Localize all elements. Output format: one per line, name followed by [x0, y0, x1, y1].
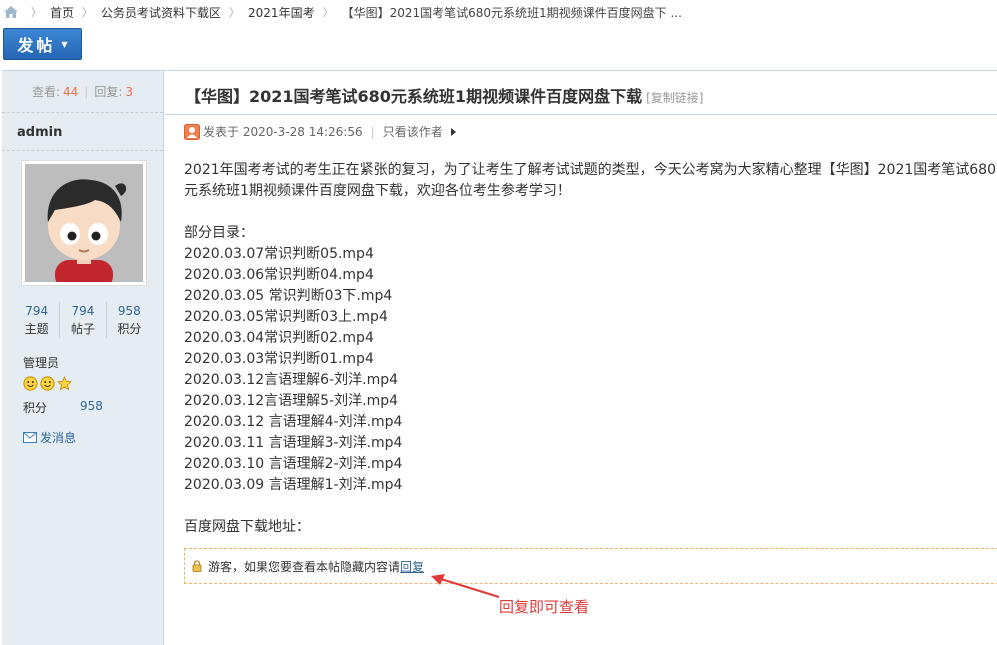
points-label: 积分 [23, 401, 48, 415]
post-title-row: 【华图】2021国考笔试680元系统班1期视频课件百度网盘下载 [复制链接] [185, 83, 703, 107]
send-message-label: 发消息 [40, 431, 77, 445]
file-item: 2020.03.10 言语理解2-刘洋.mp4 [184, 456, 403, 472]
file-item: 2020.03.05常识判断03上.mp4 [184, 309, 388, 325]
count-points[interactable]: 958 积分 [105, 302, 152, 338]
count-points-label: 积分 [117, 322, 142, 336]
count-topics-value: 794 [25, 304, 49, 318]
reply-link[interactable]: 回复 [400, 558, 424, 575]
count-topics[interactable]: 794 主题 [14, 302, 59, 338]
breadcrumb-item-home[interactable]: 首页 [50, 4, 74, 21]
post-intro: 2021年国考考试的考生正在紧张的复习，为了让考生了解考试试题的类型，今天公考窝… [184, 162, 996, 199]
breadcrumb-separator: 〉 [31, 6, 42, 19]
new-post-button[interactable]: 发帖 ▼ [3, 28, 82, 60]
file-item: 2020.03.05 常识判断03下.mp4 [184, 288, 393, 304]
red-arrow-icon [431, 574, 500, 598]
file-item: 2020.03.04常识判断02.mp4 [184, 330, 374, 346]
breadcrumb-separator: 〉 [322, 6, 334, 19]
file-item: 2020.03.12 言语理解4-刘洋.mp4 [184, 414, 403, 430]
author-sidebar: 查看: 44 | 回复: 3 admin 794 主题 794 帖子 958 积… [2, 71, 164, 645]
file-item: 2020.03.12言语理解5-刘洋.mp4 [184, 393, 398, 409]
file-item: 2020.03.07常识判断05.mp4 [184, 246, 374, 262]
post-main: 【华图】2021国考笔试680元系统班1期视频课件百度网盘下载 [复制链接] 发… [165, 71, 997, 645]
file-list: 2020.03.07常识判断05.mp4 2020.03.06常识判断04.mp4… [184, 244, 997, 496]
post-title: 【华图】2021国考笔试680元系统班1期视频课件百度网盘下载 [185, 87, 643, 106]
file-item: 2020.03.12言语理解6-刘洋.mp4 [184, 372, 398, 388]
count-points-value: 958 [117, 304, 141, 318]
send-message-link[interactable]: 发消息 [23, 429, 76, 446]
author-name[interactable]: admin [2, 113, 163, 151]
annotation-text: 回复即可查看 [499, 598, 590, 616]
smiley-icon [40, 376, 55, 391]
mail-icon [23, 432, 37, 443]
points-value: 958 [80, 399, 103, 413]
file-item: 2020.03.11 言语理解3-刘洋.mp4 [184, 435, 403, 451]
breadcrumb-separator: 〉 [229, 6, 241, 19]
only-author-link[interactable]: 只看该作者 [383, 123, 443, 140]
avatar[interactable] [21, 160, 147, 286]
replies-count: 3 [125, 84, 134, 99]
count-posts-value: 794 [71, 304, 95, 318]
file-item: 2020.03.09 言语理解1-刘洋.mp4 [184, 477, 403, 493]
file-item: 2020.03.06常识判断04.mp4 [184, 267, 374, 283]
breadcrumb-item-category[interactable]: 2021年国考 [248, 4, 315, 21]
post-body: 2021年国考考试的考生正在紧张的复习，为了让考生了解考试试题的类型，今天公考窝… [184, 160, 997, 538]
file-item: 2020.03.03常识判断01.mp4 [184, 351, 374, 367]
home-icon[interactable] [3, 5, 19, 19]
count-posts-label: 帖子 [70, 322, 95, 336]
post-meta: 发表于 2020-3-28 14:26:56 | 只看该作者 [184, 123, 456, 140]
thread-stats: 查看: 44 | 回复: 3 [2, 71, 163, 113]
title-divider [165, 114, 997, 115]
user-role: 管理员 [23, 356, 60, 370]
views-count: 44 [63, 84, 79, 99]
count-topics-label: 主题 [24, 322, 49, 336]
toc-heading: 部分目录： [184, 225, 254, 241]
replies-label: 回复: [94, 85, 123, 99]
locked-text: 游客，如果您要查看本帖隐藏内容请 [208, 559, 401, 574]
star-icon [57, 376, 72, 391]
author-counts: 794 主题 794 帖子 958 积分 [14, 302, 152, 338]
thread-frame: 查看: 44 | 回复: 3 admin 794 主题 794 帖子 958 积… [2, 70, 997, 645]
download-label: 百度网盘下载地址： [184, 519, 310, 535]
triangle-right-icon[interactable] [450, 127, 456, 136]
lock-icon [192, 560, 202, 572]
post-date: 发表于 2020-3-28 14:26:56 [203, 125, 363, 139]
breadcrumb-item-section[interactable]: 公务员考试资料下载区 [101, 4, 221, 21]
avatar-image [25, 164, 143, 282]
hidden-content-notice: 游客，如果您要查看本帖隐藏内容请 回复 [184, 548, 997, 584]
copy-link-button[interactable]: [复制链接] [646, 89, 703, 106]
breadcrumb: 〉 首页 〉 公务员考试资料下载区 〉 2021年国考 〉 【华图】2021国考… [0, 0, 997, 24]
user-level-icons [23, 376, 72, 391]
meta-divider: | [370, 124, 375, 139]
count-posts[interactable]: 794 帖子 [59, 302, 105, 338]
smiley-icon [23, 376, 38, 391]
user-points: 积分 958 [23, 399, 103, 416]
caret-down-icon[interactable]: ▼ [61, 40, 67, 49]
user-icon [184, 123, 200, 140]
new-post-label: 发帖 [17, 36, 56, 55]
stats-divider: | [84, 84, 89, 99]
breadcrumb-separator: 〉 [82, 6, 94, 19]
breadcrumb-current: 【华图】2021国考笔试680元系统班1期视频课件百度网盘下 ... [341, 5, 682, 20]
views-label: 查看: [31, 85, 61, 99]
